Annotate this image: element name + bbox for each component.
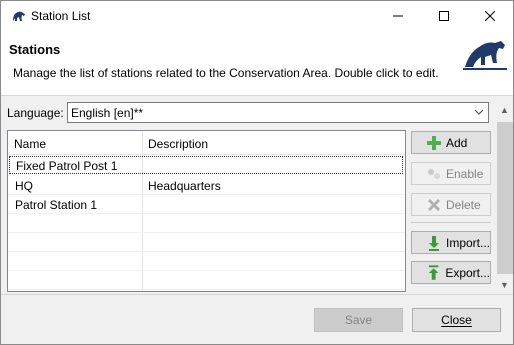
row-name: Fixed Patrol Post 1 xyxy=(16,159,118,173)
row-description: Headquarters xyxy=(148,179,221,193)
table-row[interactable]: Patrol Station 1 xyxy=(8,195,405,214)
arrow-down-icon xyxy=(428,235,439,251)
close-icon xyxy=(485,11,495,21)
header-description: Manage the list of stations related to t… xyxy=(13,66,439,80)
app-logo-icon xyxy=(13,11,25,21)
window-title: Station List xyxy=(31,9,91,23)
arrow-up-icon xyxy=(428,264,439,280)
delete-button-label: Delete xyxy=(446,197,481,212)
delete-button[interactable]: Delete xyxy=(411,193,491,216)
row-name: HQ xyxy=(15,179,33,193)
scrollbar-thumb[interactable] xyxy=(497,122,513,274)
dialog-header: Stations Manage the list of stations rel… xyxy=(1,31,513,96)
close-button-label: Close xyxy=(441,313,472,327)
language-label: Language: xyxy=(7,106,64,120)
minimize-icon xyxy=(393,15,403,17)
jaguar-logo-icon xyxy=(463,41,507,70)
row-name: Patrol Station 1 xyxy=(15,198,98,212)
language-value: English [en]** xyxy=(71,106,144,120)
scroll-up-icon[interactable]: ▲ xyxy=(500,105,509,115)
save-button-label: Save xyxy=(344,313,373,327)
enable-icon xyxy=(428,168,440,179)
chevron-down-icon xyxy=(474,109,484,115)
table-header: Name Description xyxy=(8,131,405,155)
vertical-scrollbar[interactable]: ▲ ▼ xyxy=(497,102,513,294)
column-header-name[interactable]: Name xyxy=(14,137,46,151)
delete-x-icon xyxy=(428,198,440,211)
dialog-window: Station List Stations Manage the list of… xyxy=(0,0,514,345)
import-button-label: Import... xyxy=(445,235,490,250)
export-button[interactable]: Export... xyxy=(411,261,491,284)
language-select[interactable]: English [en]** xyxy=(67,102,489,123)
table-row xyxy=(8,271,405,290)
table-row[interactable]: HQ Headquarters xyxy=(8,176,405,195)
add-button-label: Add xyxy=(446,135,468,150)
header-title: Stations xyxy=(9,42,61,57)
maximize-button[interactable] xyxy=(421,1,467,31)
scroll-down-icon[interactable]: ▼ xyxy=(500,280,509,290)
footer-divider xyxy=(1,294,513,295)
table-row xyxy=(8,233,405,252)
stations-table[interactable]: Name Description Fixed Patrol Post 1 HQ … xyxy=(7,130,406,292)
minimize-button[interactable] xyxy=(375,1,421,31)
title-bar: Station List xyxy=(1,1,513,31)
table-row xyxy=(8,252,405,271)
enable-button-label: Enable xyxy=(446,166,484,181)
maximize-icon xyxy=(439,11,449,21)
button-separator xyxy=(411,222,491,223)
table-row xyxy=(8,214,405,233)
add-button[interactable]: Add xyxy=(411,131,491,154)
export-button-label: Export... xyxy=(445,265,490,280)
close-button[interactable]: Close xyxy=(412,308,501,332)
close-window-button[interactable] xyxy=(467,1,513,31)
table-row[interactable]: Fixed Patrol Post 1 xyxy=(9,156,403,174)
import-button[interactable]: Import... xyxy=(411,231,491,254)
plus-icon xyxy=(427,135,441,150)
enable-button[interactable]: Enable xyxy=(411,162,491,185)
column-header-description[interactable]: Description xyxy=(148,137,208,151)
save-button[interactable]: Save xyxy=(314,308,403,332)
